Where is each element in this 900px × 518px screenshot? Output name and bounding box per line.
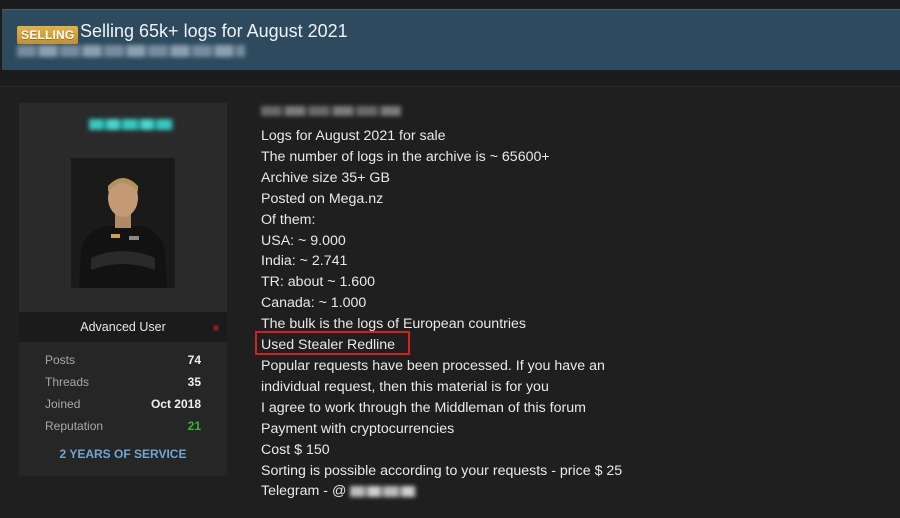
post-line: TR: about ~ 1.600: [261, 274, 375, 291]
thread-title: Selling 65k+ logs for August 2021: [80, 21, 348, 41]
telegram-line: Telegram - @: [261, 481, 881, 502]
post-line: USA: ~ 9.000: [261, 232, 346, 249]
user-rank-bar: Advanced User: [19, 312, 227, 342]
telegram-handle-redacted: [350, 486, 417, 498]
post-line: Logs for August 2021 for sale: [261, 128, 446, 144]
stat-posts: Posts 74: [45, 353, 201, 371]
post-line: Popular requests have been processed. If…: [261, 357, 605, 374]
telegram-prefix: Telegram - @: [261, 483, 347, 500]
post-line: Canada: ~ 1.000: [261, 295, 367, 312]
stat-label: Threads: [45, 375, 90, 389]
stat-value: 21: [187, 419, 201, 433]
post-line: India: ~ 2.741: [261, 253, 348, 270]
offline-status-icon: [213, 325, 219, 331]
selling-prefix-badge[interactable]: SELLING: [17, 26, 79, 44]
post-line: Cost $ 150: [261, 441, 330, 458]
post-line: individual request, then this material i…: [261, 378, 549, 395]
post-body: Logs for August 2021 for sale The number…: [261, 126, 881, 502]
years-of-service-badge: 2 YEARS OF SERVICE: [59, 447, 187, 461]
post-date-redacted: [261, 106, 401, 116]
post-line: Payment with cryptocurrencies: [261, 420, 455, 437]
post-line: Archive size 35+ GB: [261, 169, 390, 186]
stat-label: Joined: [45, 397, 81, 411]
stat-value: 35: [187, 375, 201, 389]
post-line: The number of logs in the archive is ~ 6…: [261, 148, 550, 165]
stat-label: Reputation: [45, 419, 104, 433]
user-card-header: [19, 103, 227, 312]
stat-value: 74: [187, 353, 201, 367]
thread-meta-redacted: [17, 45, 245, 57]
stat-value: Oct 2018: [150, 397, 201, 411]
post-line: Sorting is possible according to your re…: [261, 462, 623, 479]
stat-joined: Joined Oct 2018: [45, 397, 201, 415]
avatar-image: [71, 158, 175, 288]
user-card: Advanced User Posts 74 Threads 35 Joined…: [19, 103, 227, 476]
post-line: Posted on Mega.nz: [261, 190, 384, 207]
username-redacted[interactable]: [89, 119, 173, 130]
highlight-annotation-box: [255, 331, 410, 355]
post-line: I agree to work through the Middleman of…: [261, 399, 586, 416]
post-line: Of them:: [261, 211, 316, 228]
stat-reputation: Reputation 21: [45, 419, 201, 437]
avatar[interactable]: [71, 158, 175, 288]
stat-label: Posts: [45, 353, 76, 367]
thread-header: SELLING Selling 65k+ logs for August 202…: [2, 9, 900, 70]
user-rank: Advanced User: [80, 320, 166, 334]
stat-threads: Threads 35: [45, 375, 201, 393]
